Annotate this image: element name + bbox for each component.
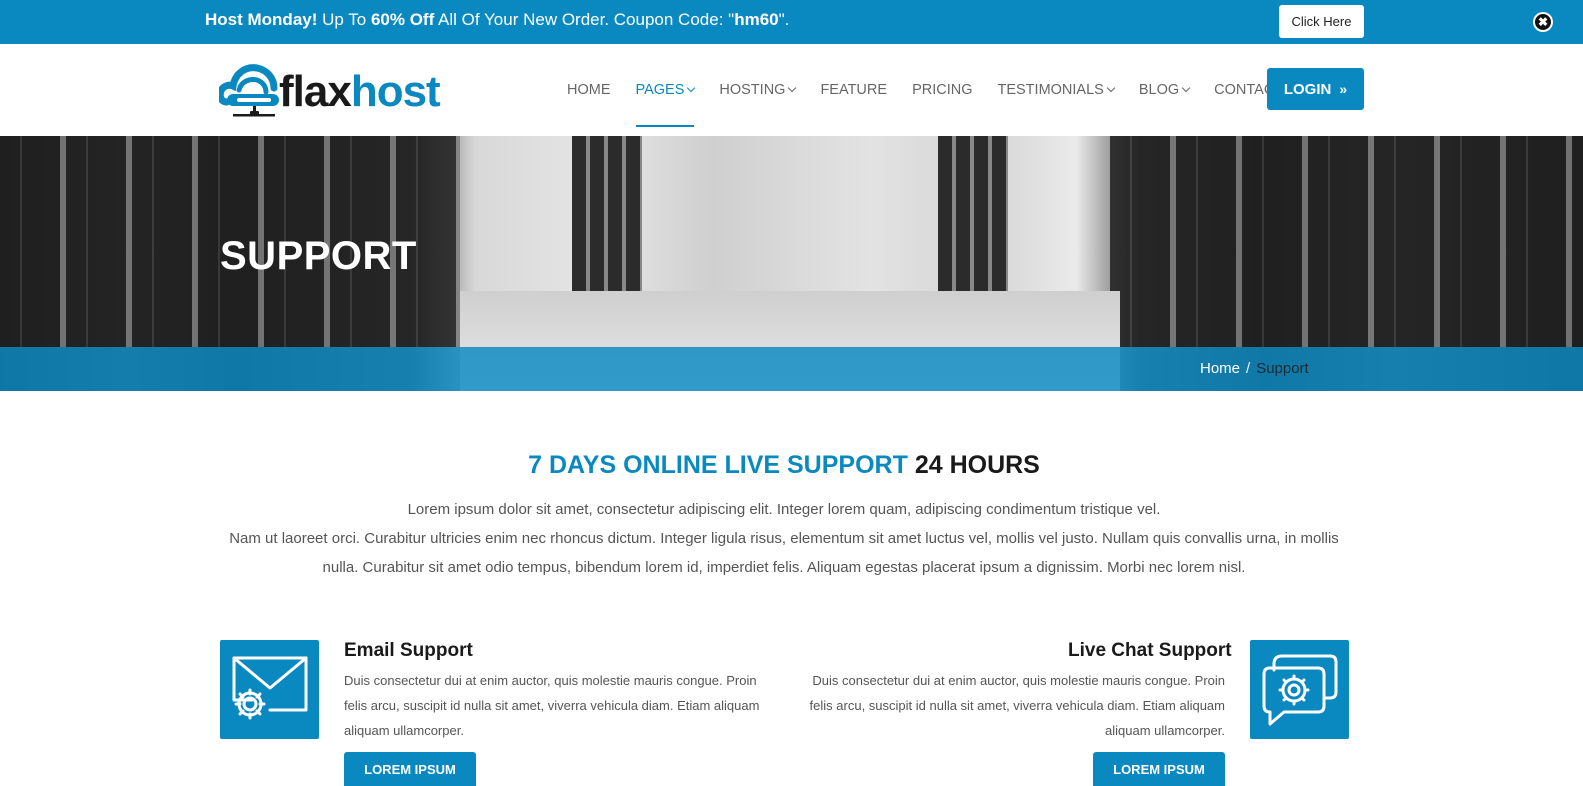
promo-close-button[interactable]: ✖ [1533,12,1553,32]
chat-gear-icon [1250,640,1349,739]
promo-code: hm60 [734,10,779,29]
email-support-button[interactable]: LOREM IPSUM [344,752,476,786]
section-heading: 7 DAYS ONLINE LIVE SUPPORT 24 HOURS [0,451,1568,480]
close-icon: ✖ [1535,14,1551,30]
nav-item-home[interactable]: HOME [567,44,611,136]
intro-line-2: Nam ut laoreet orci. Curabitur ultricies… [229,530,1339,576]
intro-line-1: Lorem ipsum dolor sit amet, consectetur … [407,501,1161,518]
login-button[interactable]: LOGIN » [1267,68,1364,110]
promo-text-part: All Of Your New Order. Coupon Code: " [434,10,735,29]
promo-text-part: ". [778,10,790,29]
promo-text: Host Monday! Up To 60% Off All Of Your N… [205,10,789,30]
breadcrumb-home-link[interactable]: Home [1200,360,1240,377]
chevron-down-icon [1181,83,1191,93]
chevron-down-icon [1106,83,1116,93]
chevron-down-icon [788,83,797,93]
site-header: flaxhost HOME PAGES HOSTING FEATURE PRICING T… [0,44,1583,136]
section-intro: Lorem ipsum dolor sit amet, consectetur … [215,495,1353,582]
breadcrumb-bar [0,347,1583,391]
email-gear-icon [220,640,319,739]
logo-wordmark: flaxhost [279,67,441,116]
breadcrumb-separator: / [1246,360,1251,377]
logo-text-flax: flax [279,67,352,116]
nav-item-testimonials[interactable]: TESTIMONIALS [997,44,1116,136]
server-rack-right-image [1110,136,1583,347]
page-title: SUPPORT [220,234,417,278]
double-chevron-right-icon: » [1339,81,1348,97]
section-heading-highlight: 7 DAYS ONLINE LIVE SUPPORT [528,451,908,479]
nav-item-label: TESTIMONIALS [997,82,1104,98]
nav-item-label: PAGES [635,82,685,98]
logo-text-host: host [350,67,441,116]
live-chat-support-title: Live Chat Support [1068,640,1232,661]
page-hero: SUPPORT Home / Support [0,136,1583,391]
email-support-title: Email Support [344,640,473,661]
nav-item-label: FEATURE [820,82,888,98]
promo-click-here-button[interactable]: Click Here [1279,5,1364,38]
nav-item-pricing[interactable]: PRICING [912,44,972,136]
promo-bar: Host Monday! Up To 60% Off All Of Your N… [0,0,1583,44]
nav-item-feature[interactable]: FEATURE [820,44,887,136]
email-support-text: Duis consectetur dui at enim auctor, qui… [344,673,760,738]
nav-item-label: BLOG [1138,82,1180,98]
nav-item-label: HOSTING [719,82,786,98]
promo-bold-headline: Host Monday! [205,10,318,29]
promo-text-part: Up To [317,10,371,29]
live-chat-support-button[interactable]: LOREM IPSUM [1093,752,1225,786]
nav-item-label: HOME [567,82,611,98]
breadcrumb-current: Support [1256,360,1309,377]
nav-item-blog[interactable]: BLOG [1138,44,1191,136]
section-heading-rest: 24 HOURS [914,451,1040,479]
promo-discount: 60% Off [370,10,435,29]
nav-item-pages[interactable]: PAGES [635,44,696,136]
main-nav: HOME PAGES HOSTING FEATURE PRICING TESTIMONIA… [567,44,1308,136]
chevron-down-icon [687,83,696,93]
nav-item-hosting[interactable]: HOSTING [719,44,797,136]
server-cabinet-doors-left [572,136,642,306]
site-logo[interactable]: flaxhost [219,58,459,124]
live-chat-support-text: Duis consectetur dui at enim auctor, qui… [809,673,1225,738]
server-cabinet-doors-right [938,136,1008,306]
login-label: LOGIN [1283,80,1332,98]
breadcrumb: Home / Support [1200,360,1309,377]
nav-item-label: PRICING [912,82,973,98]
